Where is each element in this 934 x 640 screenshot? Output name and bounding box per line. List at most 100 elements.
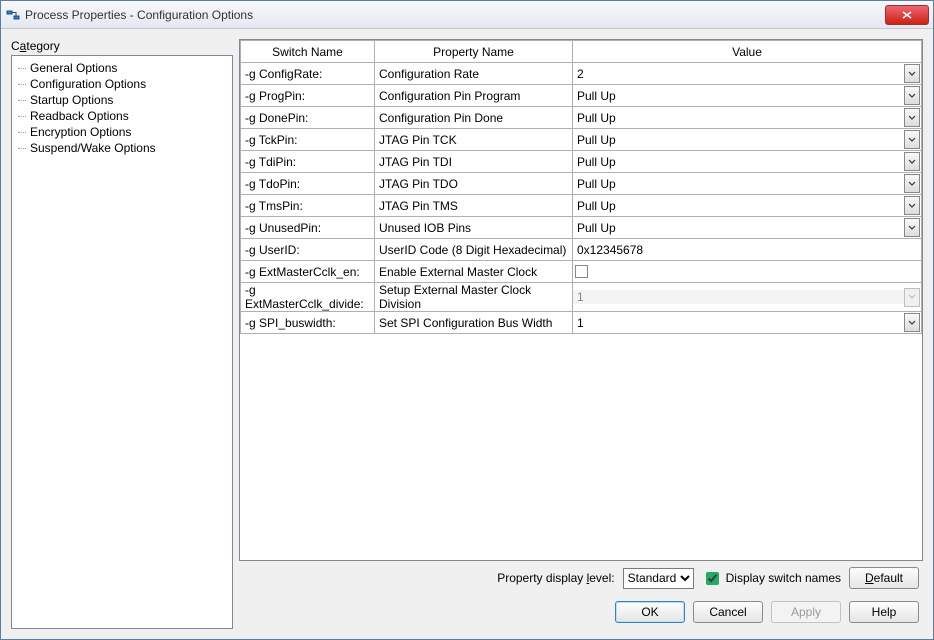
table-row: -g ExtMasterCclk_divide:Setup External M… — [241, 283, 922, 312]
value-text: Pull Up — [573, 111, 904, 125]
table-row: -g TckPin:JTAG Pin TCKPull Up — [241, 129, 922, 151]
category-item[interactable]: Configuration Options — [14, 76, 230, 92]
dropdown-button[interactable] — [904, 152, 920, 171]
value-text[interactable]: 0x12345678 — [573, 243, 921, 257]
switch-cell: -g TdoPin: — [241, 173, 375, 195]
dropdown-button[interactable] — [904, 86, 920, 105]
dropdown-button[interactable] — [904, 108, 920, 127]
switch-cell: -g ExtMasterCclk_en: — [241, 261, 375, 283]
value-cell[interactable] — [573, 261, 922, 283]
table-row: -g UnusedPin:Unused IOB PinsPull Up — [241, 217, 922, 239]
value-cell[interactable]: Pull Up — [573, 217, 922, 239]
switch-cell: -g SPI_buswidth: — [241, 312, 375, 334]
help-button[interactable]: Help — [849, 601, 919, 623]
default-button[interactable]: Default — [849, 567, 919, 589]
app-icon — [5, 7, 21, 23]
property-cell: JTAG Pin TMS — [375, 195, 573, 217]
value-cell[interactable]: 1 — [573, 283, 922, 312]
value-cell[interactable]: 2 — [573, 63, 922, 85]
category-item[interactable]: General Options — [14, 60, 230, 76]
value-cell[interactable]: 1 — [573, 312, 922, 334]
switch-cell: -g ConfigRate: — [241, 63, 375, 85]
properties-panel: Switch Name Property Name Value -g Confi… — [239, 39, 923, 629]
dropdown-button[interactable] — [904, 174, 920, 193]
value-cell[interactable]: Pull Up — [573, 107, 922, 129]
property-cell: JTAG Pin TCK — [375, 129, 573, 151]
table-row: -g SPI_buswidth:Set SPI Configuration Bu… — [241, 312, 922, 334]
value-text: Pull Up — [573, 199, 904, 213]
dropdown-button[interactable] — [904, 313, 920, 332]
display-level-label: Property display level: — [497, 571, 614, 585]
value-cell[interactable]: Pull Up — [573, 173, 922, 195]
category-item[interactable]: Suspend/Wake Options — [14, 140, 230, 156]
display-level-select[interactable]: Standard — [623, 568, 694, 589]
col-header-property[interactable]: Property Name — [375, 41, 573, 63]
footer-row-2: OK Cancel Apply Help — [239, 595, 923, 629]
value-text: Pull Up — [573, 133, 904, 147]
cancel-button[interactable]: Cancel — [693, 601, 763, 623]
category-tree[interactable]: General OptionsConfiguration OptionsStar… — [11, 55, 233, 629]
property-cell: Unused IOB Pins — [375, 217, 573, 239]
value-text: 1 — [573, 316, 904, 330]
value-text: Pull Up — [573, 89, 904, 103]
value-cell[interactable]: Pull Up — [573, 85, 922, 107]
value-cell[interactable]: Pull Up — [573, 129, 922, 151]
titlebar: Process Properties - Configuration Optio… — [1, 1, 933, 29]
table-row: -g DonePin:Configuration Pin DonePull Up — [241, 107, 922, 129]
property-cell: Configuration Pin Program — [375, 85, 573, 107]
value-text: 2 — [573, 67, 904, 81]
table-row: -g ProgPin:Configuration Pin ProgramPull… — [241, 85, 922, 107]
switch-cell: -g ProgPin: — [241, 85, 375, 107]
dropdown-button[interactable] — [904, 130, 920, 149]
table-row: -g TdoPin:JTAG Pin TDOPull Up — [241, 173, 922, 195]
value-text: 1 — [573, 290, 904, 304]
window-title: Process Properties - Configuration Optio… — [25, 8, 885, 22]
property-cell: UserID Code (8 Digit Hexadecimal) — [375, 239, 573, 261]
dropdown-button[interactable] — [904, 64, 920, 83]
properties-grid-wrap: Switch Name Property Name Value -g Confi… — [239, 39, 923, 561]
content-area: Category General OptionsConfiguration Op… — [1, 29, 933, 639]
category-item[interactable]: Startup Options — [14, 92, 230, 108]
value-cell[interactable]: 0x12345678 — [573, 239, 922, 261]
switch-cell: -g UserID: — [241, 239, 375, 261]
property-cell: Setup External Master Clock Division — [375, 283, 573, 312]
switch-cell: -g ExtMasterCclk_divide: — [241, 283, 375, 312]
property-cell: JTAG Pin TDO — [375, 173, 573, 195]
display-switch-names-checkbox[interactable] — [706, 572, 719, 585]
grid-empty-area — [240, 334, 922, 560]
property-cell: Configuration Pin Done — [375, 107, 573, 129]
value-cell[interactable]: Pull Up — [573, 151, 922, 173]
switch-cell: -g DonePin: — [241, 107, 375, 129]
value-cell[interactable]: Pull Up — [573, 195, 922, 217]
property-cell: Configuration Rate — [375, 63, 573, 85]
process-properties-window: Process Properties - Configuration Optio… — [0, 0, 934, 640]
table-row: -g ExtMasterCclk_en:Enable External Mast… — [241, 261, 922, 283]
value-text: Pull Up — [573, 221, 904, 235]
switch-cell: -g TckPin: — [241, 129, 375, 151]
value-text: Pull Up — [573, 177, 904, 191]
property-cell: Enable External Master Clock — [375, 261, 573, 283]
col-header-value[interactable]: Value — [573, 41, 922, 63]
switch-cell: -g TdiPin: — [241, 151, 375, 173]
property-cell: JTAG Pin TDI — [375, 151, 573, 173]
switch-cell: -g TmsPin: — [241, 195, 375, 217]
apply-button[interactable]: Apply — [771, 601, 841, 623]
dropdown-button[interactable] — [904, 218, 920, 237]
category-item[interactable]: Readback Options — [14, 108, 230, 124]
dropdown-button — [904, 288, 920, 307]
dropdown-button[interactable] — [904, 196, 920, 215]
table-row: -g TdiPin:JTAG Pin TDIPull Up — [241, 151, 922, 173]
category-label: Category — [11, 39, 233, 53]
close-button[interactable] — [885, 5, 929, 25]
property-cell: Set SPI Configuration Bus Width — [375, 312, 573, 334]
table-row: -g ConfigRate:Configuration Rate2 — [241, 63, 922, 85]
display-switch-names-toggle[interactable]: Display switch names — [702, 569, 841, 588]
table-row: -g TmsPin:JTAG Pin TMSPull Up — [241, 195, 922, 217]
col-header-switch[interactable]: Switch Name — [241, 41, 375, 63]
ok-button[interactable]: OK — [615, 601, 685, 623]
footer-row-1: Property display level: Standard Display… — [239, 561, 923, 595]
category-item[interactable]: Encryption Options — [14, 124, 230, 140]
value-text: Pull Up — [573, 155, 904, 169]
value-checkbox[interactable] — [575, 265, 588, 278]
switch-cell: -g UnusedPin: — [241, 217, 375, 239]
